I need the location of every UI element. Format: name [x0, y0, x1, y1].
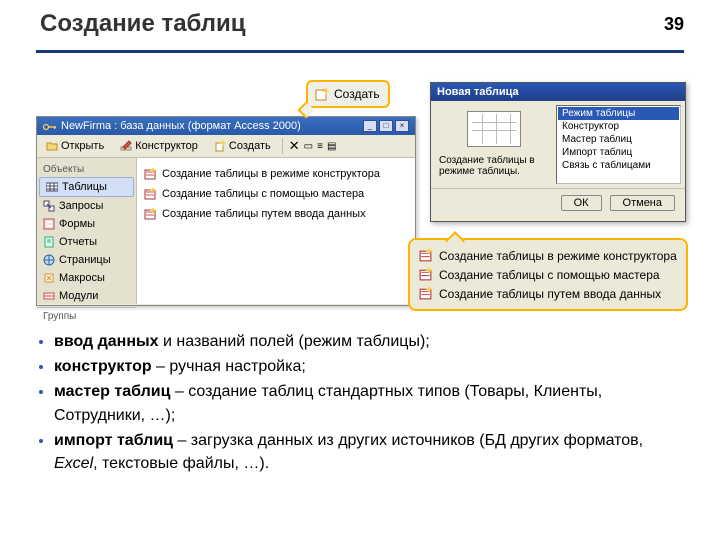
sidebar-item-label: Запросы [59, 200, 103, 212]
globe-icon [43, 254, 55, 266]
create-label: Создать [229, 140, 271, 152]
dialog-title: Новая таблица [431, 83, 685, 101]
dialog-option[interactable]: Конструктор [558, 120, 679, 133]
list-callout: Создание таблицы в режиме конструктора С… [408, 238, 688, 311]
callout-row: Создание таблицы с помощью мастера [418, 265, 678, 284]
callout-label: Создание таблицы с помощью мастера [439, 268, 660, 282]
report-icon [43, 236, 55, 248]
minimize-button[interactable]: _ [363, 120, 377, 132]
table-icon [46, 181, 58, 193]
list-item-label: Создание таблицы с помощью мастера [162, 188, 364, 200]
wizard-icon [418, 248, 433, 263]
dialog-option[interactable]: Режим таблицы [558, 107, 679, 120]
page-number: 39 [664, 14, 684, 35]
sidebar-item-pages[interactable]: Страницы [37, 251, 136, 269]
dialog-option[interactable]: Мастер таблиц [558, 133, 679, 146]
key-icon [43, 122, 57, 130]
bullet-item: мастер таблиц – создание таблиц стандарт… [54, 380, 684, 426]
callout-label: Создание таблицы путем ввода данных [439, 287, 661, 301]
bullet-item: конструктор – ручная настройка; [54, 355, 684, 378]
create-button-label: Создать [334, 87, 380, 101]
bullet-strong: конструктор [54, 358, 152, 375]
db-titlebar: NewFirma : база данных (формат Access 20… [37, 117, 415, 135]
folder-open-icon [46, 140, 58, 152]
bullet-text: – загрузка данных из других источников (… [173, 432, 643, 449]
constructor-label: Конструктор [135, 140, 198, 152]
create-button[interactable]: Создать [209, 138, 276, 154]
dialog-option[interactable]: Связь с таблицами [558, 159, 679, 172]
sidebar-item-modules[interactable]: Модули [37, 287, 136, 305]
sidebar-item-label: Формы [59, 218, 95, 230]
sidebar-item-label: Страницы [59, 254, 111, 266]
sidebar-item-label: Модули [59, 290, 98, 302]
sidebar-item-tables[interactable]: Таблицы [39, 177, 134, 197]
wizard-icon [143, 187, 157, 201]
module-icon [43, 290, 55, 302]
list-item-label: Создание таблицы путем ввода данных [162, 208, 366, 220]
list-item-label: Создание таблицы в режиме конструктора [162, 168, 380, 180]
view-details-icon[interactable]: ▤ [327, 141, 336, 152]
bullet-text: – ручная настройка; [152, 358, 306, 375]
db-sidebar: Объекты Таблицы Запросы Формы Отчеты Стр… [37, 158, 137, 304]
dialog-options-list[interactable]: Режим таблицы Конструктор Мастер таблиц … [556, 105, 681, 184]
list-item[interactable]: Создание таблицы в режиме конструктора [141, 164, 411, 184]
open-label: Открыть [61, 140, 104, 152]
open-button[interactable]: Открыть [41, 138, 109, 154]
new-icon [214, 140, 226, 152]
list-item[interactable]: Создание таблицы с помощью мастера [141, 184, 411, 204]
sidebar-header: Объекты [37, 162, 136, 177]
page-title: Создание таблиц [40, 10, 246, 38]
bullet-list: ввод данных и названий полей (режим табл… [36, 330, 684, 477]
query-icon [43, 200, 55, 212]
title-underline [36, 50, 684, 53]
sidebar-item-reports[interactable]: Отчеты [37, 233, 136, 251]
db-window-title: NewFirma : база данных (формат Access 20… [61, 120, 301, 132]
list-item[interactable]: Создание таблицы путем ввода данных [141, 204, 411, 224]
create-button-callout: Создать [306, 80, 390, 108]
bullet-text: и названий полей (режим таблицы); [159, 333, 430, 350]
wizard-icon [418, 286, 433, 301]
bullet-text: , текстовые файлы, …). [93, 455, 269, 472]
delete-icon[interactable]: ✕ [289, 138, 300, 154]
bullet-emphasis: Excel [54, 455, 93, 472]
bullet-item: импорт таблиц – загрузка данных из други… [54, 429, 684, 475]
db-toolbar: Открыть Конструктор Создать ✕ ▭ ≡ ▤ [37, 135, 415, 158]
sidebar-groups: Группы [37, 307, 136, 324]
callout-label: Создание таблицы в режиме конструктора [439, 249, 677, 263]
dialog-thumbnail [467, 111, 521, 147]
ruler-pencil-icon [120, 140, 132, 152]
maximize-button[interactable]: □ [379, 120, 393, 132]
bullet-strong: ввод данных [54, 333, 159, 350]
view-small-icon[interactable]: ▭ [304, 141, 313, 152]
view-list-icon[interactable]: ≡ [317, 141, 323, 152]
sidebar-item-label: Отчеты [59, 236, 97, 248]
sidebar-item-forms[interactable]: Формы [37, 215, 136, 233]
bullet-strong: импорт таблиц [54, 432, 173, 449]
ok-button[interactable]: ОК [561, 195, 602, 211]
wizard-icon [143, 207, 157, 221]
bullet-item: ввод данных и названий полей (режим табл… [54, 330, 684, 353]
wizard-icon [418, 267, 433, 282]
dialog-option[interactable]: Импорт таблиц [558, 146, 679, 159]
db-window: NewFirma : база данных (формат Access 20… [36, 116, 416, 306]
sidebar-item-label: Макросы [59, 272, 105, 284]
db-list: Создание таблицы в режиме конструктора С… [137, 158, 415, 304]
form-icon [43, 218, 55, 230]
dialog-description: Создание таблицы в режиме таблицы. [437, 155, 550, 177]
sidebar-item-label: Таблицы [62, 181, 107, 193]
callout-row: Создание таблицы путем ввода данных [418, 284, 678, 303]
macro-icon [43, 272, 55, 284]
wizard-icon [143, 167, 157, 181]
constructor-button[interactable]: Конструктор [115, 138, 203, 154]
close-button[interactable]: × [395, 120, 409, 132]
new-table-dialog: Новая таблица Создание таблицы в режиме … [430, 82, 686, 222]
toolbar-separator [282, 138, 283, 154]
sidebar-item-macros[interactable]: Макросы [37, 269, 136, 287]
bullet-strong: мастер таблиц [54, 383, 170, 400]
toolbar-extras: ✕ ▭ ≡ ▤ [289, 138, 337, 154]
sidebar-item-queries[interactable]: Запросы [37, 197, 136, 215]
cancel-button[interactable]: Отмена [610, 195, 675, 211]
new-item-icon [314, 86, 330, 102]
